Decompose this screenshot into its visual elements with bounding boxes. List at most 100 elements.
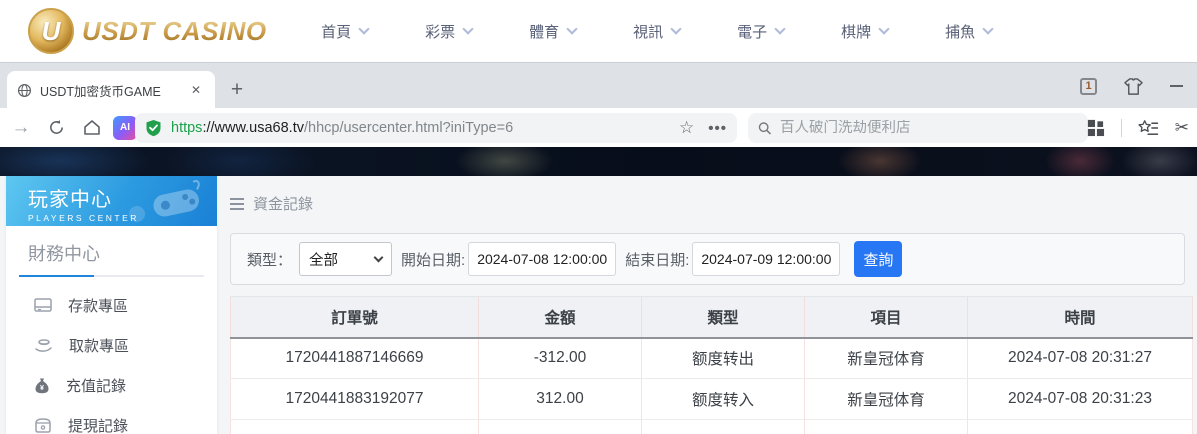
tab-close-icon[interactable]: ✕: [187, 81, 205, 99]
globe-icon: [17, 83, 32, 97]
table-row[interactable]: 1720441883192077 312.00 额度转入 新皇冠体育 2024-…: [230, 378, 1193, 420]
fund-records-table: 訂單號 金額 類型 項目 時間 1720441887146669 -312.00 额度转…: [230, 296, 1193, 434]
site-banner-image: [0, 147, 1197, 176]
tabbar-controls: 1: [1080, 63, 1183, 109]
wallet-icon: [35, 417, 51, 433]
toolbar-right-controls: ✂: [1086, 108, 1189, 147]
chevron-down-icon: [670, 22, 682, 35]
main-nav: 首頁 彩票 體育 視訊 電子 棋牌 捕魚: [293, 21, 1021, 42]
menu-toggle-icon[interactable]: [230, 197, 244, 210]
nav-item[interactable]: 電子: [709, 21, 813, 42]
chevron-down-icon: [358, 22, 370, 35]
cell-project: 新皇冠体育: [804, 378, 968, 420]
bookmark-star-icon[interactable]: ☆: [679, 118, 694, 138]
page-title: 資金記錄: [253, 196, 314, 213]
url-path: /hhcp/usercenter.html?iniType=6: [303, 120, 514, 136]
forward-icon[interactable]: →: [8, 117, 34, 139]
nav-item[interactable]: 彩票: [397, 21, 501, 42]
table-row-partial: [230, 419, 1193, 434]
nav-item-label: 體育: [529, 23, 560, 41]
svg-text:¥: ¥: [40, 385, 44, 392]
secure-shield-icon: [146, 120, 161, 137]
table-partial-row-container: [230, 419, 1193, 434]
end-date-label: 結束日期:: [625, 251, 690, 269]
cell-amount: 312.00: [478, 378, 642, 420]
cell-type: 额度转出: [641, 337, 805, 379]
type-select[interactable]: 全部: [299, 242, 393, 276]
chevron-down-icon: [462, 22, 474, 35]
browser-tab[interactable]: USDT加密货币GAME ✕: [7, 71, 215, 109]
toolbar-divider: [1120, 118, 1122, 137]
url-text: https://www.usa68.tv/hhcp/usercenter.htm…: [171, 120, 673, 136]
refresh-icon[interactable]: [48, 119, 65, 136]
site-logo[interactable]: U USDT CASINO: [28, 8, 267, 54]
ai-assistant-icon[interactable]: AI: [113, 115, 137, 140]
cell-type: 额度转入: [641, 378, 805, 420]
address-bar[interactable]: https://www.usa68.tv/hhcp/usercenter.htm…: [135, 113, 737, 143]
page: U USDT CASINO 首頁 彩票 體育 視訊 電子 棋牌 捕魚 USDT加…: [0, 0, 1197, 434]
browser-toolbar: → AI https://www.usa68.tv/hhcp/usercente…: [0, 108, 1197, 147]
sidebar-section-title: 財務中心: [28, 244, 100, 264]
nav-item[interactable]: 捕魚: [917, 21, 1021, 42]
tab-count-badge[interactable]: 1: [1080, 77, 1097, 95]
browser-tab-bar: USDT加密货币GAME ✕ + 1: [0, 62, 1197, 109]
decor-bubble: [129, 206, 145, 222]
money-bag-icon: ¥: [35, 378, 49, 393]
cell-order-no: 1720441883192077: [230, 378, 479, 420]
table-header-cell: 訂單號: [230, 296, 479, 339]
screenshot-scissors-icon[interactable]: ✂: [1175, 118, 1189, 138]
content-area: 玩家中心 PLAYERS CENTER 財務中心 存款專區 取款專區 ¥ 充值記…: [0, 176, 1197, 434]
nav-item[interactable]: 體育: [501, 21, 605, 42]
nav-item-label: 棋牌: [841, 23, 872, 41]
favorites-list-icon[interactable]: [1138, 119, 1159, 137]
home-icon[interactable]: [83, 119, 101, 136]
filter-bar: 類型： 全部 開始日期: 結束日期: 查詢: [230, 233, 1185, 285]
gamepad-icon: [153, 180, 200, 217]
sidebar-item-withdrawal-records[interactable]: 提現記錄: [6, 405, 217, 434]
logo-text: USDT CASINO: [82, 15, 267, 46]
start-date-input[interactable]: [468, 242, 617, 276]
bank-card-icon: [34, 298, 52, 312]
chevron-down-icon: [373, 252, 384, 263]
search-input[interactable]: [779, 120, 1078, 136]
minimize-window-icon[interactable]: [1170, 85, 1183, 87]
sidebar-header: 玩家中心 PLAYERS CENTER: [6, 176, 217, 226]
table-body: 1720441887146669 -312.00 额度转出 新皇冠体育 2024…: [230, 337, 1193, 420]
query-button[interactable]: 查詢: [854, 241, 903, 277]
nav-item-label: 電子: [737, 23, 768, 41]
new-tab-button[interactable]: +: [224, 77, 250, 103]
cell-amount: -312.00: [478, 337, 642, 379]
hand-coins-icon: [35, 339, 52, 352]
menu-label: 存款專區: [68, 297, 129, 315]
chevron-down-icon: [982, 22, 994, 35]
chevron-down-icon: [878, 22, 890, 35]
start-date-label: 開始日期:: [401, 251, 466, 269]
nav-item-label: 視訊: [633, 23, 664, 41]
sidebar-item-deposit[interactable]: 存款專區: [6, 285, 217, 325]
url-scheme: https: [171, 120, 203, 136]
end-date-input[interactable]: [692, 242, 841, 276]
browser-search-box[interactable]: [748, 113, 1088, 143]
more-options-icon[interactable]: •••: [708, 120, 727, 137]
tab-title: USDT加密货币GAME: [40, 84, 161, 99]
sidebar-menu: 存款專區 取款專區 ¥ 充值記錄 提現記錄: [6, 277, 217, 434]
table-header-cell: 金額: [478, 296, 642, 339]
search-icon: [758, 121, 772, 135]
table-header-cell: 項目: [804, 296, 968, 339]
table-header-row: 訂單號 金額 類型 項目 時間: [230, 296, 1193, 339]
theme-shirt-icon[interactable]: [1123, 77, 1144, 96]
table-header-cell: 時間: [967, 296, 1193, 339]
nav-item[interactable]: 首頁: [293, 21, 397, 42]
nav-item[interactable]: 視訊: [605, 21, 709, 42]
nav-item-label: 首頁: [321, 23, 352, 41]
sidebar-item-withdraw[interactable]: 取款專區: [6, 325, 217, 365]
sidebar-item-recharge-records[interactable]: ¥ 充值記錄: [6, 365, 217, 405]
nav-item[interactable]: 棋牌: [813, 21, 917, 42]
chevron-down-icon: [774, 22, 786, 35]
type-select-value: 全部: [309, 252, 339, 269]
table-row[interactable]: 1720441887146669 -312.00 额度转出 新皇冠体育 2024…: [230, 337, 1193, 379]
menu-label: 取款專區: [69, 337, 130, 355]
type-label: 類型：: [247, 251, 293, 269]
apps-grid-icon[interactable]: [1086, 118, 1105, 137]
breadcrumb: 資金記錄: [230, 193, 1192, 214]
